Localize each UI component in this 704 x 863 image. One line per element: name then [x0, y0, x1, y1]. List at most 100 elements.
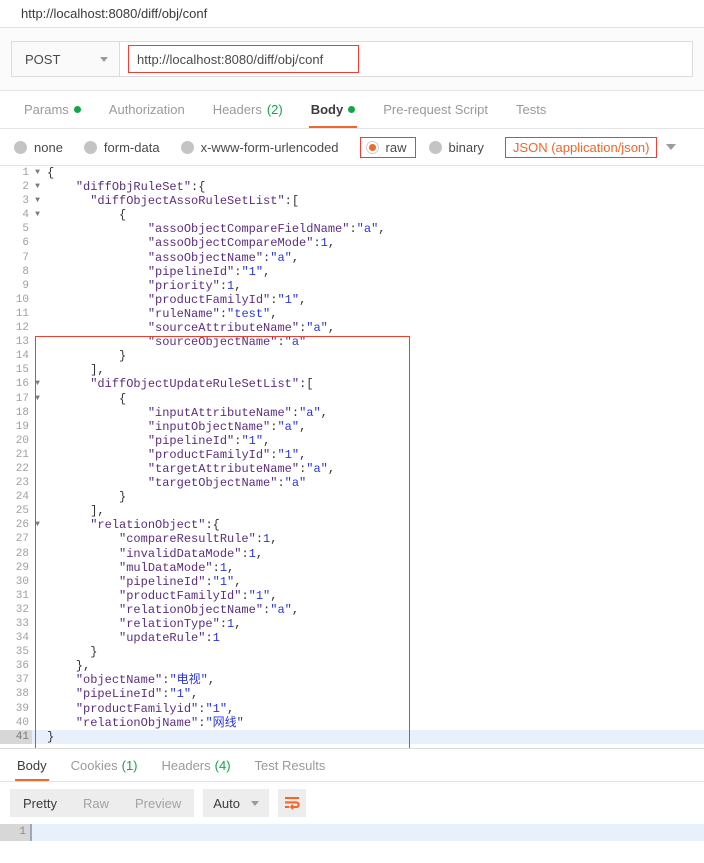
url-input[interactable]	[128, 45, 359, 73]
request-input-group: POST	[11, 41, 693, 77]
request-tab-body[interactable]: Body	[297, 91, 370, 128]
editor-line: 19 "inputObjectName":"a",	[0, 419, 704, 434]
request-tab-label: Body	[310, 102, 344, 117]
fold-toggle-icon[interactable]: ▼	[32, 180, 43, 194]
http-method-select[interactable]: POST	[12, 42, 120, 76]
response-view-preview[interactable]: Preview	[122, 789, 194, 817]
radio-icon	[180, 140, 194, 154]
body-type-radio-binary[interactable]: binary	[428, 139, 484, 155]
fold-toggle-icon[interactable]: ▼	[32, 518, 43, 532]
editor-line-number: 20	[0, 433, 32, 448]
fold-toggle-icon[interactable]: ▼	[32, 208, 43, 222]
editor-line-number: 38	[0, 687, 32, 702]
editor-line-code: }	[47, 645, 98, 660]
editor-line-number: 21	[0, 447, 32, 462]
response-tab-count: (4)	[214, 757, 231, 773]
editor-line-number: 36	[0, 659, 32, 674]
editor-line: 21 "productFamilyId":"1",	[0, 447, 704, 462]
postman-window: http://localhost:8080/diff/obj/conf POST…	[0, 0, 704, 863]
response-format-select[interactable]: Auto	[203, 789, 269, 817]
editor-line-code: "compareResultRule":1,	[119, 532, 278, 547]
editor-line-code: "updateRule":1	[119, 631, 220, 646]
request-tab-label: Authorization	[108, 102, 185, 117]
editor-line-number: 7	[0, 250, 32, 265]
body-type-label: raw	[385, 139, 407, 155]
body-type-label: binary	[448, 139, 484, 155]
editor-line-number: 17	[0, 391, 32, 406]
editor-line-code: "assoObjectName":"a",	[147, 250, 300, 265]
request-tab-headers[interactable]: Headers (2)	[199, 91, 297, 128]
body-type-label: x-www-form-urlencoded	[200, 139, 339, 155]
editor-line-number: 22	[0, 461, 32, 477]
editor-line-code: "invalidDataMode":1,	[119, 546, 264, 561]
editor-line-number: 19	[0, 419, 32, 434]
editor-line: 8 "pipelineId":"1",	[0, 264, 704, 279]
editor-line-code: {	[47, 208, 127, 223]
request-tab-authorization[interactable]: Authorization	[95, 91, 199, 128]
content-type-select[interactable]: JSON (application/json)	[504, 136, 658, 158]
editor-line: 28 "invalidDataMode":1,	[0, 546, 704, 561]
editor-line-code: "pipelineId":"1",	[147, 264, 271, 279]
url-input-wrap	[120, 42, 692, 76]
fold-toggle-icon[interactable]: ▼	[32, 392, 43, 406]
editor-line: 40 "relationObjName":"网线"	[0, 715, 704, 730]
response-line-number: 1	[0, 824, 30, 841]
editor-line-number: 32	[0, 602, 32, 617]
editor-line: 3 ▼ "diffObjectAssoRuleSetList":[	[0, 194, 704, 209]
status-dot-icon	[73, 106, 81, 113]
request-tab-label: Headers	[212, 102, 262, 117]
request-body-editor[interactable]: 1 ▼{2 ▼ "diffObjRuleSet":{3 ▼ "diffObjectAs…	[0, 166, 704, 748]
editor-line-code: "diffObjRuleSet":{	[75, 180, 206, 195]
editor-line: 25 ],	[0, 504, 704, 519]
response-tab-body[interactable]: Body	[5, 749, 59, 781]
editor-line-number: 4	[0, 208, 32, 223]
body-type-radio-x-www-form-urlencoded[interactable]: x-www-form-urlencoded	[180, 139, 339, 155]
fold-toggle-icon[interactable]: ▼	[32, 166, 43, 180]
editor-line: 4 ▼ {	[0, 208, 704, 223]
response-tab-test-results[interactable]: Test Results	[243, 749, 338, 781]
response-tab-count: (1)	[121, 757, 138, 773]
response-tab-headers[interactable]: Headers (4)	[150, 749, 243, 781]
editor-line-code: "inputObjectName":"a",	[147, 419, 307, 434]
response-body[interactable]: 1	[0, 824, 704, 841]
editor-line: 39 "productFamilyid":"1",	[0, 701, 704, 716]
request-tab-pre-request-script[interactable]: Pre-request Script	[369, 91, 502, 128]
editor-line-number: 10	[0, 292, 32, 307]
fold-toggle-icon[interactable]: ▼	[32, 194, 43, 208]
editor-line: 22 "targetAttributeName":"a",	[0, 461, 704, 477]
response-tab-cookies[interactable]: Cookies (1)	[59, 749, 150, 781]
word-wrap-button[interactable]	[277, 789, 306, 817]
body-type-radio-form-data[interactable]: form-data	[83, 140, 160, 155]
editor-line-code: "assoObjectCompareMode":1,	[147, 236, 336, 251]
editor-line-number: 31	[0, 588, 32, 603]
editor-line: 41}	[0, 729, 704, 744]
editor-line-number: 11	[0, 306, 32, 322]
editor-line-code: ],	[47, 363, 105, 378]
editor-line-code: "relationObjName":"网线"	[75, 715, 244, 730]
response-view-raw[interactable]: Raw	[70, 789, 122, 817]
editor-line-number: 30	[0, 574, 32, 589]
chevron-down-icon[interactable]	[666, 144, 677, 150]
editor-line-number: 12	[0, 321, 32, 336]
request-tabs: Params Authorization Headers (2) Body Pre-req…	[0, 91, 704, 129]
editor-line: 18 "inputAttributeName":"a",	[0, 405, 704, 420]
request-tab-tests[interactable]: Tests	[502, 91, 560, 128]
editor-line: 9 "priority":1,	[0, 278, 704, 293]
fold-toggle-icon[interactable]: ▼	[32, 377, 43, 391]
response-tab-label: Test Results	[254, 757, 326, 773]
editor-line: 16 ▼ "diffObjectUpdateRuleSetList":[	[0, 377, 704, 392]
editor-line-number: 34	[0, 631, 32, 646]
content-type-label: JSON (application/json)	[512, 139, 650, 155]
editor-line-code: "sourceObjectName":"a"	[147, 335, 307, 350]
editor-line: 15 ],	[0, 363, 704, 378]
body-type-radio-raw[interactable]: raw	[359, 136, 416, 158]
request-tab-params[interactable]: Params	[10, 91, 95, 128]
editor-line-code: }	[47, 729, 55, 744]
body-type-radio-none[interactable]: none	[14, 140, 63, 155]
response-view-pretty[interactable]: Pretty	[10, 789, 70, 817]
editor-line: 38 "pipeLineId":"1",	[0, 687, 704, 702]
editor-line-code: {	[47, 166, 55, 180]
editor-line: 29 "mulDataMode":1,	[0, 560, 704, 575]
editor-line-number: 23	[0, 476, 32, 491]
editor-line-number: 8	[0, 264, 32, 279]
